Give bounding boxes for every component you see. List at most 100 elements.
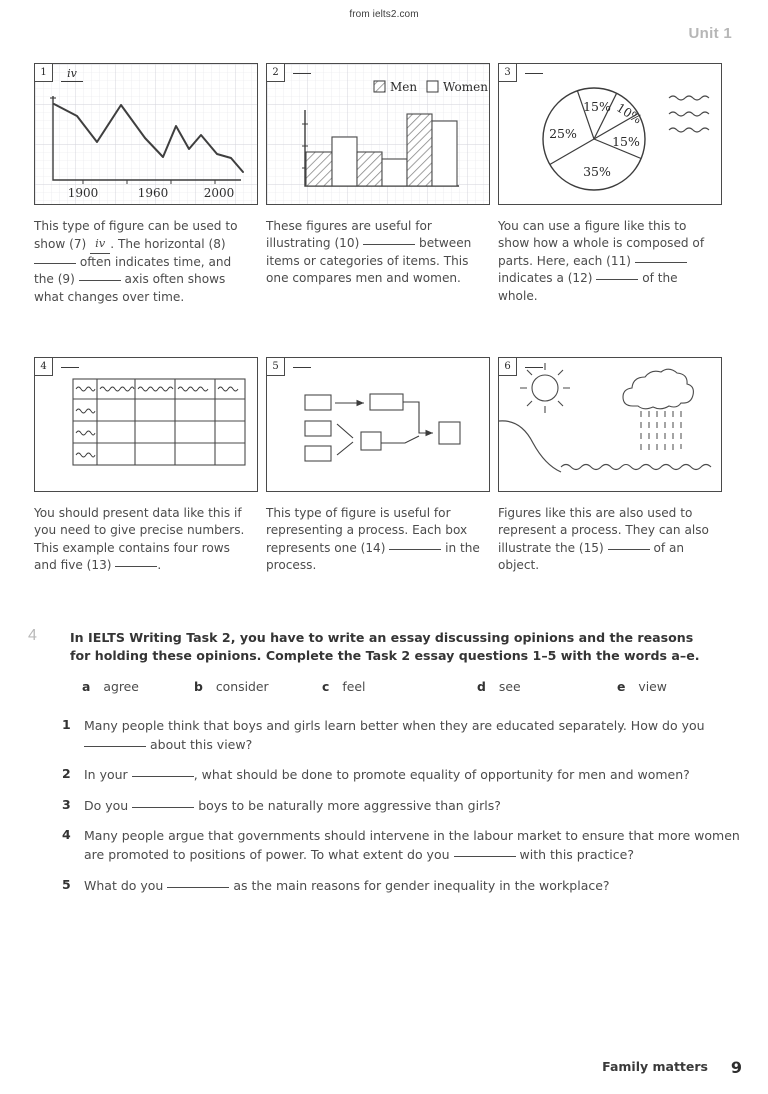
question-4-number: 4 — [62, 827, 71, 843]
svg-text:35%: 35% — [583, 164, 611, 179]
figure-5-number: 5 — [267, 358, 285, 376]
question-4-after: with this practice? — [519, 846, 634, 862]
figure-3-number: 3 — [499, 64, 517, 82]
figure-1-blank-9[interactable] — [78, 280, 121, 282]
figure-row-1: 1 iv 1900 1960 2000 This type of figure … — [0, 63, 768, 306]
figure-5-caption: This type of figure is useful for repres… — [266, 505, 484, 575]
question-5-blank[interactable] — [167, 886, 230, 888]
question-3-after: boys to be naturally more aggressive tha… — [198, 797, 501, 813]
word-option-d-word: see — [498, 679, 521, 694]
svg-text:25%: 25% — [549, 126, 577, 141]
question-2-after: , what should be done to promote equalit… — [193, 767, 690, 783]
figure-5-blank[interactable] — [293, 367, 311, 368]
question-2-text: In your , what should be done to promote… — [84, 766, 742, 785]
figure-4-blank-13[interactable] — [115, 566, 158, 568]
question-item: 1 Many people think that boys and girls … — [62, 717, 742, 754]
question-item: 2 In your , what should be done to promo… — [62, 766, 742, 785]
figure-1-caption-answer[interactable]: iv — [90, 235, 111, 254]
squiggle-text — [75, 386, 239, 458]
question-1-number: 1 — [62, 717, 71, 732]
flowchart-graphic — [304, 393, 461, 462]
svg-text:15%: 15% — [612, 134, 640, 149]
figure-3-blank-12[interactable] — [596, 279, 639, 281]
figure-6-blank[interactable] — [525, 367, 543, 368]
figure-1-number: 1 — [35, 64, 53, 82]
svg-text:15%: 15% — [583, 99, 611, 114]
question-2-before: In your — [84, 767, 128, 783]
squiggle-legend — [668, 95, 710, 133]
question-1-text: Many people think that boys and girls le… — [84, 717, 742, 754]
svg-text:Men: Men — [390, 80, 417, 94]
word-option-e[interactable]: e view — [617, 679, 667, 694]
question-3-before: Do you — [84, 797, 129, 813]
figure-4-number: 4 — [35, 358, 53, 376]
figure-6-caption: Figures like this are also used to repre… — [498, 505, 716, 575]
question-2-number: 2 — [62, 766, 71, 782]
question-4-text: Many people argue that governments shoul… — [84, 827, 742, 864]
question-4-before: Many people argue that governments shoul… — [84, 828, 740, 862]
watermark-text: from ielts2.com — [349, 9, 419, 20]
question-1-before: Many people think that boys and girls le… — [84, 718, 705, 733]
figure-cell-6: 6 Figures like this are also used to rep… — [498, 357, 730, 575]
water-cycle-graphic — [499, 363, 712, 473]
figure-3-box: 3 15% 10% 15% 35% 25% — [498, 63, 722, 205]
figure-cell-1: 1 iv 1900 1960 2000 This type of figure … — [34, 63, 266, 306]
svg-text:Women: Women — [443, 80, 488, 94]
word-bank: a agree b consider c feel d see e view — [82, 679, 742, 694]
word-option-e-letter: e — [617, 679, 626, 694]
figure-1-answer[interactable]: iv — [61, 67, 83, 82]
figure-2-blank-10[interactable] — [363, 244, 416, 246]
word-option-a[interactable]: a agree — [82, 679, 194, 694]
question-4-blank[interactable] — [453, 855, 516, 857]
hill-shape — [499, 420, 562, 473]
bar-chart-graphic: Men Women — [267, 64, 489, 204]
cloud-icon — [622, 368, 694, 410]
figure-3-blank[interactable] — [525, 73, 543, 74]
question-1-blank[interactable] — [84, 745, 146, 747]
figure-2-caption-part1: These figures are useful for illustratin… — [266, 219, 432, 251]
footer-page-number: 9 — [730, 1058, 742, 1077]
word-option-c[interactable]: c feel — [322, 679, 477, 694]
table-graphic — [72, 378, 246, 466]
figure-2-blank[interactable] — [293, 73, 311, 74]
figure-2-box: 2 Men Women — [266, 63, 490, 205]
figure-1-blank-8[interactable] — [34, 262, 76, 264]
sun-icon — [520, 363, 570, 413]
question-5-text: What do you as the main reasons for gend… — [84, 877, 742, 896]
word-option-c-word: feel — [342, 679, 366, 694]
question-item: 4 Many people argue that governments sho… — [62, 827, 742, 864]
figure-5-caption-part1: This type of figure is useful for repres… — [266, 506, 468, 555]
figure-2-caption: These figures are useful for illustratin… — [266, 218, 484, 288]
svg-text:2000: 2000 — [204, 186, 235, 200]
word-option-e-word: view — [638, 679, 667, 694]
figure-6-blank-15[interactable] — [607, 548, 650, 550]
workbook-page: from ielts2.com Unit 1 1 iv 1900 1960 20… — [0, 0, 768, 1094]
figure-4-box: 4 — [34, 357, 258, 492]
footer-title: Family matters — [602, 1059, 708, 1074]
figure-5-blank-14[interactable] — [389, 548, 442, 550]
water-wave — [560, 463, 712, 471]
word-option-a-word: agree — [103, 679, 139, 694]
question-item: 3 Do you boys to be naturally more aggre… — [62, 797, 742, 816]
figure-1-box: 1 iv 1900 1960 2000 — [34, 63, 258, 205]
question-2-blank[interactable] — [131, 776, 194, 778]
figure-3-caption-part2: indicates a (12) — [498, 271, 593, 286]
figure-3-blank-11[interactable] — [634, 261, 687, 263]
figure-row-2: 4 You should present data like this if y… — [0, 357, 768, 575]
word-option-b[interactable]: b consider — [194, 679, 322, 694]
figure-4-caption-part2: . — [157, 558, 162, 573]
question-3-number: 3 — [62, 796, 71, 812]
figure-cell-3: 3 15% 10% 15% 35% 25% You can use a figu… — [498, 63, 730, 306]
word-option-b-letter: b — [194, 679, 203, 694]
word-option-b-word: consider — [215, 679, 269, 694]
figure-4-blank[interactable] — [61, 367, 79, 368]
figure-5-box: 5 — [266, 357, 490, 492]
unit-label: Unit 1 — [688, 25, 732, 42]
word-option-d[interactable]: d see — [477, 679, 617, 694]
question-3-blank[interactable] — [132, 806, 195, 808]
svg-text:1960: 1960 — [138, 186, 169, 200]
question-5-before: What do you — [84, 877, 164, 893]
exercise-instruction: In IELTS Writing Task 2, you have to wri… — [70, 630, 700, 663]
question-5-number: 5 — [62, 876, 71, 892]
word-option-d-letter: d — [477, 679, 486, 694]
